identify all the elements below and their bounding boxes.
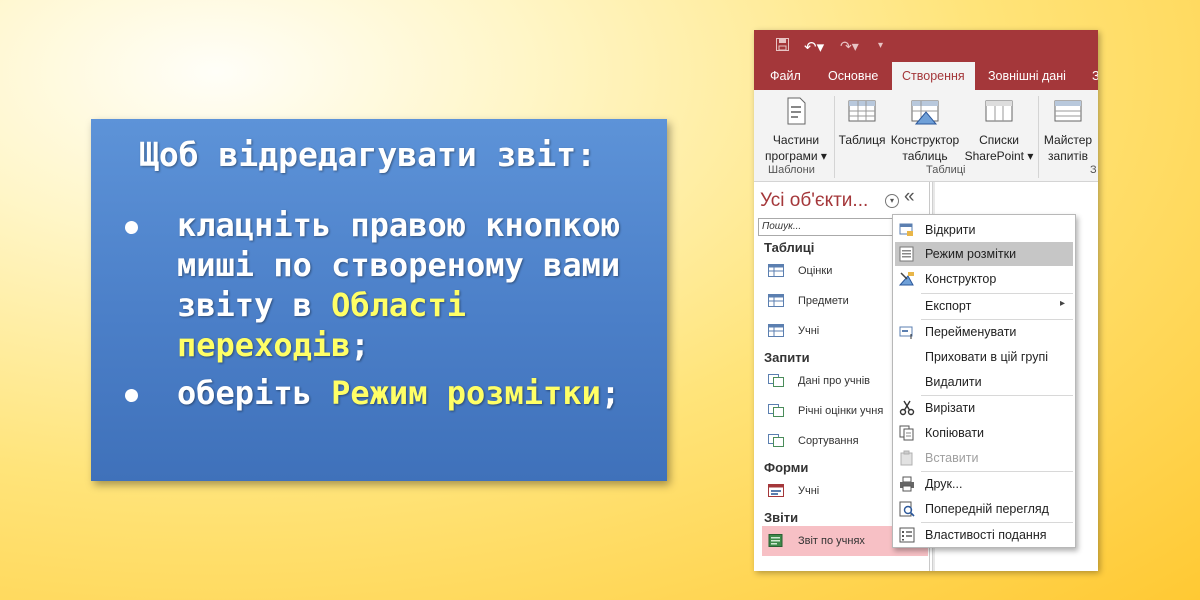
query-wizard-button[interactable]: Майстер запитів [1040,96,1096,164]
menu-item-print-preview[interactable]: Попередній перегляд [895,497,1073,521]
step-1-end: ; [350,326,370,364]
instruction-list: клацніть правою кнопкою миші по створено… [121,205,661,421]
menu-item-paste[interactable]: Вставити [895,446,1073,470]
report-icon [768,534,783,547]
printer-icon [900,476,914,492]
sharepoint-lists-icon [984,96,1014,126]
instruction-step-1: клацніть правою кнопкою миші по створено… [121,205,661,365]
instruction-card: Щоб відредагувати звіт: клацніть правою … [91,119,667,481]
menu-item-layout-view[interactable]: Режим розмітки [895,242,1073,266]
scissors-icon [899,400,915,416]
card-title: Щоб відредагувати звіт: [139,135,596,174]
step-2-end: ; [600,374,621,412]
table-icon [768,264,784,277]
query-icon [768,404,784,417]
copy-icon [899,425,914,441]
query-icon [768,434,784,447]
step-2-highlight: Режим розмітки [331,374,601,412]
sharepoint-lists-button[interactable]: Списки SharePoint ▾ [962,96,1036,164]
properties-icon [899,527,915,543]
menu-item-hide-in-group[interactable]: Приховати в цій групі [895,345,1073,369]
bullet-icon [125,221,138,234]
menu-item-open[interactable]: Відкрити [895,218,1073,242]
table-icon [768,324,784,337]
menu-item-rename[interactable]: Перейменувати [895,320,1073,344]
tab-home[interactable]: Основне [818,62,888,90]
tab-create[interactable]: Створення [892,62,975,90]
design-view-icon [899,272,914,286]
application-parts-icon [781,96,811,126]
instruction-step-2: оберіть Режим розмітки; [121,373,661,413]
paste-icon [900,450,913,466]
print-preview-icon [899,501,915,517]
nav-group-forms[interactable]: Форми [764,460,808,475]
table-button[interactable]: Таблиця [836,96,888,148]
nav-group-tables[interactable]: Таблиці [764,240,814,255]
ribbon: Частини програми ▾ Таблиця Конструктор т… [754,90,1098,182]
menu-item-copy[interactable]: Копіювати [895,421,1073,445]
group-label-tables: Таблиці [926,164,966,176]
layout-view-icon [899,246,914,262]
query-icon [768,374,784,387]
group-label-queries: З [1090,164,1097,176]
application-parts-button[interactable]: Частини програми ▾ [758,96,834,164]
save-icon[interactable] [776,38,789,54]
menu-item-delete[interactable]: Видалити [895,370,1073,394]
rename-icon [899,326,913,339]
nav-group-queries[interactable]: Запити [764,350,810,365]
form-icon [768,484,784,497]
nav-group-reports[interactable]: Звіти [764,510,798,525]
table-design-icon [910,96,940,126]
menu-item-view-properties[interactable]: Властивості подання [895,523,1073,547]
chevron-right-icon: ▸ [1059,298,1065,309]
menu-item-cut[interactable]: Вирізати [895,396,1073,420]
redo-icon[interactable]: ↷▾ [840,38,859,55]
title-bar: ↶▾ ↷▾ ▾ [754,30,1098,62]
step-2-text: оберіть [177,374,332,412]
collapse-pane-icon[interactable]: « [904,186,915,208]
nav-pane-header[interactable]: Усі об'єкти... [760,190,868,212]
chevron-down-icon[interactable]: ▾ [885,194,899,208]
undo-icon[interactable]: ↶▾ [804,38,824,56]
menu-item-design-view[interactable]: Конструктор [895,267,1073,291]
group-label-templates: Шаблони [768,164,815,176]
ribbon-tabs: Файл Основне Створення Зовнішні дані З [754,62,1098,90]
tab-more[interactable]: З [1082,62,1098,90]
bullet-icon [125,389,138,402]
menu-item-export[interactable]: Експорт ▸ [895,294,1073,318]
customize-qat-icon[interactable]: ▾ [878,40,883,51]
tab-external-data[interactable]: Зовнішні дані [978,62,1076,90]
context-menu: Відкрити Режим розмітки Конструктор Експ… [892,214,1076,548]
menu-item-print[interactable]: Друк... [895,472,1073,496]
table-design-button[interactable]: Конструктор таблиць [888,96,962,164]
query-wizard-icon [1053,96,1083,126]
table-icon [847,96,877,126]
table-icon [768,294,784,307]
open-icon [899,223,913,236]
tab-file[interactable]: Файл [760,62,811,90]
